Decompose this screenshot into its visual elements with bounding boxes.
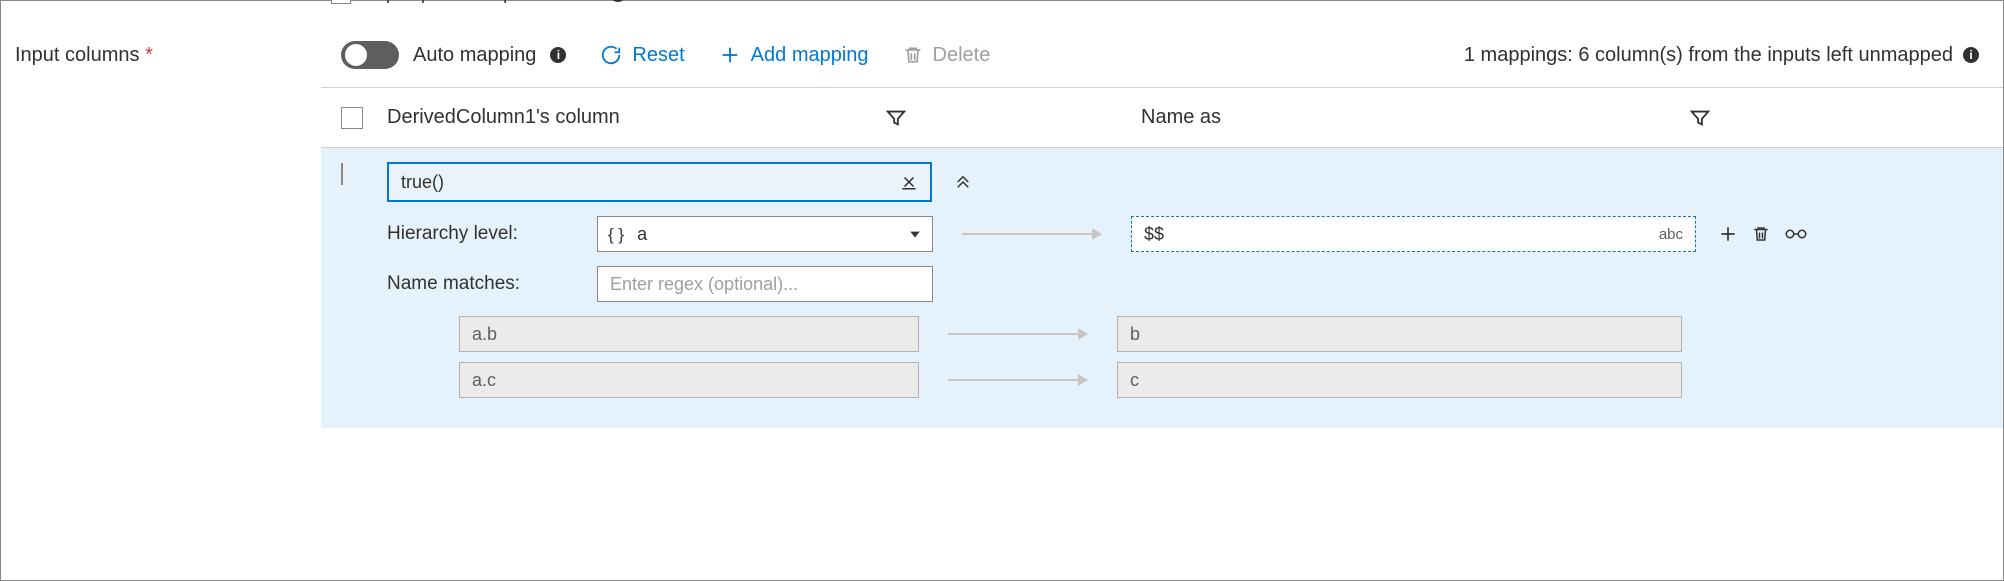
auto-mapping-toggle[interactable]: Auto mapping i xyxy=(341,41,566,69)
info-icon[interactable]: i xyxy=(610,0,626,2)
mapping-status: 1 mappings: 6 column(s) from the inputs … xyxy=(1464,44,1979,67)
mapping-target: b xyxy=(1117,316,1682,352)
plus-icon[interactable] xyxy=(1718,224,1738,244)
info-icon[interactable]: i xyxy=(1963,47,1979,63)
auto-mapping-label: Auto mapping xyxy=(413,44,536,67)
collapse-icon[interactable] xyxy=(954,173,972,191)
select-all-checkbox[interactable] xyxy=(341,107,363,129)
mapping-source: a.b xyxy=(459,316,919,352)
name-as-column-header: Name as xyxy=(1141,106,1221,129)
skip-duplicate-option[interactable]: Skip duplicate output columns i xyxy=(331,0,626,4)
mapping-source: a.c xyxy=(459,362,919,398)
chevron-down-icon xyxy=(908,227,922,241)
name-as-input[interactable]: $$ abc xyxy=(1131,216,1696,252)
skip-duplicate-checkbox[interactable] xyxy=(331,0,351,4)
row-checkbox[interactable] xyxy=(341,163,343,185)
delete-button: Delete xyxy=(903,44,991,67)
mapping-preview-row: a.c c xyxy=(459,362,1983,398)
table-header: DerivedColumn1's column Name as xyxy=(321,88,2003,148)
hierarchy-level-label: Hierarchy level: xyxy=(387,223,583,245)
arrow-icon xyxy=(962,228,1102,240)
trash-icon[interactable] xyxy=(1752,224,1770,244)
reset-icon xyxy=(600,44,622,66)
rule-row: true() Hierarchy level: xyxy=(321,148,2003,428)
mapping-preview-row: a.b b xyxy=(459,316,1983,352)
source-column-header: DerivedColumn1's column xyxy=(387,106,620,129)
hierarchy-level-dropdown[interactable]: { } a xyxy=(597,216,933,252)
input-columns-label: Input columns * xyxy=(15,44,305,67)
trash-icon xyxy=(903,44,923,66)
filter-icon[interactable] xyxy=(1689,107,1711,129)
pattern-input[interactable]: true() xyxy=(387,162,932,202)
filter-icon[interactable] xyxy=(885,107,907,129)
link-icon[interactable] xyxy=(1784,226,1808,242)
name-matches-label: Name matches: xyxy=(387,273,583,295)
arrow-icon xyxy=(948,374,1088,386)
plus-icon xyxy=(719,44,741,66)
expression-builder-icon[interactable] xyxy=(900,173,918,191)
mapping-target: c xyxy=(1117,362,1682,398)
name-matches-input[interactable] xyxy=(597,266,933,302)
info-icon[interactable]: i xyxy=(550,47,566,63)
arrow-icon xyxy=(948,328,1088,340)
skip-duplicate-label: Skip duplicate output columns xyxy=(361,0,600,4)
abc-tag: abc xyxy=(1659,226,1683,243)
reset-button[interactable]: Reset xyxy=(600,44,684,67)
add-mapping-button[interactable]: Add mapping xyxy=(719,44,869,67)
